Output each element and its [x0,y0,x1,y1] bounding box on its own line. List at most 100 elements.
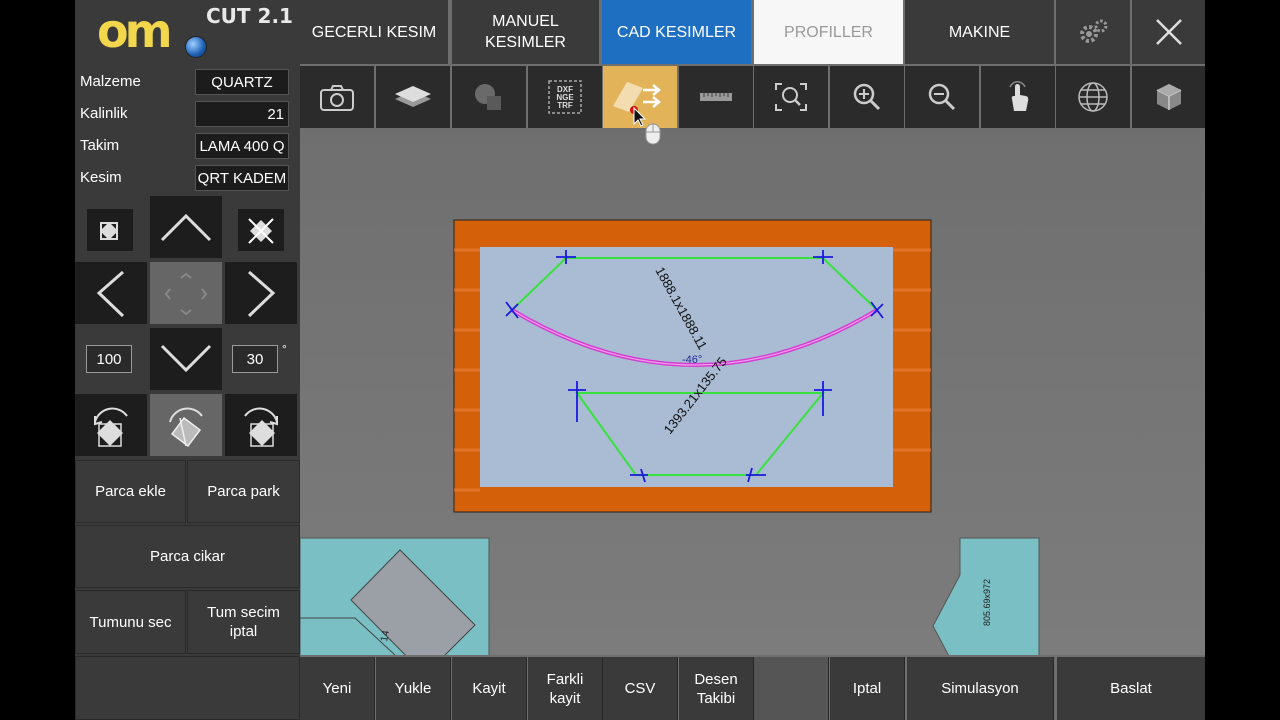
jog-down-button[interactable] [150,328,222,390]
left-letterbox [0,0,75,720]
rotate-cw-button[interactable] [225,394,297,456]
gears-icon [1080,19,1108,43]
chevron-right-icon [247,270,276,318]
layers-icon [395,86,431,107]
cancel-selection-button[interactable]: Tum secim iptal [187,590,300,654]
angle-input[interactable]: 30 [232,345,278,373]
logo-brand: om [97,4,173,58]
zoom-in-button[interactable] [830,66,904,128]
zoom-out-icon [928,83,956,111]
park-part-button[interactable]: Parca park [187,460,300,523]
start-button[interactable]: Baslat [1057,657,1205,720]
dxf-import-icon: DXF NGE TRF [548,80,582,114]
select-all-button[interactable]: Tumunu sec [75,590,186,654]
jog-speed-cell: 100 [75,328,147,390]
touch-icon [1009,81,1029,111]
jog-top-left-cell [75,196,147,258]
property-label: Malzeme [80,73,141,90]
rotate-free-icon [169,407,203,448]
zoom-in-icon [853,83,881,111]
jog-up-button[interactable] [150,196,222,258]
degree-unit: ° [282,342,287,356]
zoom-fit-icon [775,83,807,111]
chevron-up-icon [160,213,212,242]
left-panel: om CUT 2.1 Malzeme QUARTZ Kalinlik 21 Ta… [75,0,300,720]
speed-input[interactable]: 100 [86,345,132,373]
rotate-right-icon [244,407,278,447]
simulation-button[interactable]: Simulasyon [907,657,1054,720]
camera-button[interactable] [300,66,374,128]
pattern-tracking-button[interactable]: Desen Takibi [679,657,754,720]
new-button[interactable]: Yeni [300,657,375,720]
ruler-icon [700,93,732,101]
left-empty-slot [75,656,300,720]
rotate-free-button[interactable] [150,394,222,456]
ruler-button[interactable] [679,66,753,128]
touch-button[interactable] [981,66,1055,128]
zoom-out-button[interactable] [905,66,979,128]
jog-pick-button[interactable] [87,209,133,251]
property-cut: Kesim QRT KADEM [75,163,300,193]
jog-delete-button[interactable] [238,209,284,251]
rotate-ccw-button[interactable] [75,394,147,456]
cad-transfer-button[interactable] [603,66,677,128]
close-icon [1155,19,1182,45]
tab-machine[interactable]: MAKINE [905,0,1054,64]
settings-button[interactable] [1056,0,1130,64]
jog-right-button[interactable] [225,262,297,324]
delete-piece-icon [248,218,274,244]
dxf-import-button[interactable]: DXF NGE TRF [528,66,602,128]
logo-version: CUT 2.1 [206,4,293,28]
layers-button[interactable] [376,66,450,128]
chevron-left-icon [96,270,125,318]
rotate-left-icon [94,407,128,447]
globe-icon [1078,82,1108,112]
jog-angle-cell: 30 ° [225,328,297,390]
thickness-field[interactable]: 21 [195,101,289,127]
save-button[interactable]: Kayit [452,657,527,720]
tab-cad-cuts[interactable]: CAD KESIMLER [602,0,751,64]
cut-field[interactable]: QRT KADEM [195,165,289,191]
jog-center-button[interactable] [150,262,222,324]
mouse-icon [645,123,661,145]
pick-diamond-icon [100,222,118,240]
app-window: om CUT 2.1 Malzeme QUARTZ Kalinlik 21 Ta… [75,0,1205,720]
property-label: Kesim [80,169,122,186]
trf-text: TRF [557,101,573,110]
property-material: Malzeme QUARTZ [75,67,300,97]
property-thickness: Kalinlik 21 [75,99,300,129]
jog-left-button[interactable] [75,262,147,324]
slab-surface [480,247,893,487]
material-field[interactable]: QUARTZ [195,69,289,95]
tab-manual-cuts[interactable]: MANUEL KESIMLER [452,0,599,64]
tab-profiles[interactable]: PROFILLER [754,0,903,64]
cad-transfer-icon [613,82,661,127]
cube-button[interactable] [1132,66,1205,128]
chevron-down-icon [160,344,212,373]
globe-button[interactable] [1056,66,1130,128]
shapes-icon [475,84,501,110]
cad-canvas[interactable]: 1888.1x1888.11 -46° 1393.21x135.75 14 80… [300,130,1205,655]
close-button[interactable] [1132,0,1205,64]
shapes-button[interactable] [452,66,526,128]
cancel-button[interactable]: Iptal [830,657,905,720]
right-letterbox [1205,0,1280,720]
cube-icon [1156,84,1181,110]
load-button[interactable]: Yukle [376,657,451,720]
property-label: Takim [80,137,120,154]
save-as-button[interactable]: Farkli kayit [528,657,603,720]
property-tool: Takim LAMA 400 Q [75,131,300,161]
app-logo: om CUT 2.1 [75,0,300,66]
camera-icon [320,85,354,111]
arc-angle-label: -46° [682,354,702,366]
logo-globe-icon [185,36,207,58]
jog-top-right-cell [225,196,297,258]
remove-part-button[interactable]: Parca cikar [75,525,300,588]
csv-button[interactable]: CSV [603,657,678,720]
add-part-button[interactable]: Parca ekle [75,460,186,523]
tab-current-cut[interactable]: GECERLI KESIM [300,0,448,64]
tool-field[interactable]: LAMA 400 Q [195,133,289,159]
empty-slot-button [754,657,829,720]
zoom-fit-button[interactable] [754,66,828,128]
right-piece-label: 805.69x972 [982,579,992,626]
